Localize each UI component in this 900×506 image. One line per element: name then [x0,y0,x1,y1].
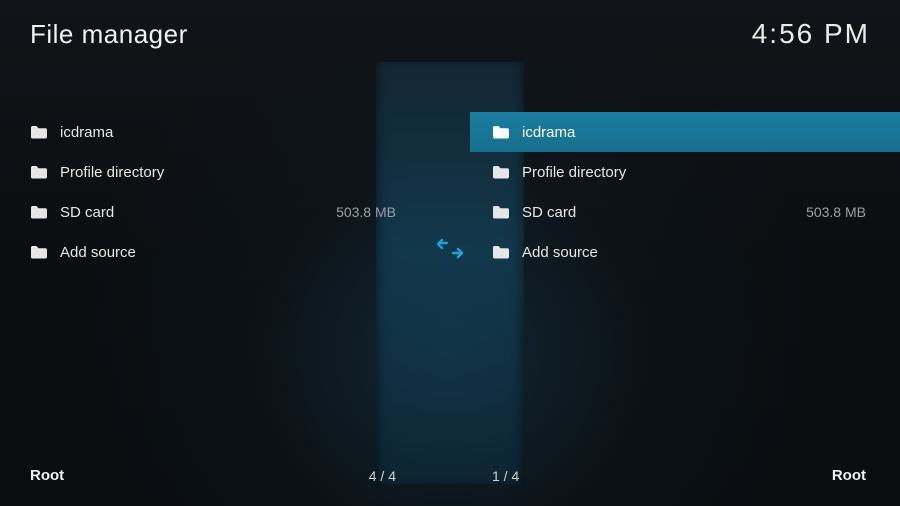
folder-icon [30,125,48,139]
left-item-count: 4 / 4 [369,468,396,484]
list-item[interactable]: icdrama [0,112,430,152]
item-label: Profile directory [522,164,854,181]
page-title: File manager [30,19,188,50]
folder-icon [30,245,48,259]
list-item[interactable]: SD card 503.8 MB [0,192,430,232]
item-label: Add source [60,244,384,261]
list-item[interactable]: SD card 503.8 MB [470,192,900,232]
right-footer: 1 / 4 Root [470,467,900,484]
right-pane: icdrama Profile directory SD card 503.8 … [470,112,900,272]
folder-icon [492,165,510,179]
folder-icon [492,125,510,139]
item-meta: 503.8 MB [336,204,396,220]
folder-icon [30,205,48,219]
folder-icon [492,205,510,219]
folder-icon [30,165,48,179]
list-item[interactable]: icdrama [470,112,900,152]
item-label: SD card [522,204,794,221]
folder-icon [492,245,510,259]
left-footer: Root 4 / 4 [0,467,430,484]
right-file-list: icdrama Profile directory SD card 503.8 … [470,112,900,272]
left-path-label: Root [30,467,64,484]
file-manager-app: File manager 4:56 PM icdrama Profile dir… [0,0,900,506]
left-file-list: icdrama Profile directory SD card 503.8 … [0,112,430,272]
list-item[interactable]: Profile directory [0,152,430,192]
list-item[interactable]: Add source [470,232,900,272]
item-label: icdrama [60,124,384,141]
right-path-label: Root [832,467,866,484]
right-item-count: 1 / 4 [492,468,519,484]
item-label: SD card [60,204,324,221]
item-label: Add source [522,244,854,261]
header: File manager 4:56 PM [30,18,870,50]
swap-arrows-icon[interactable] [433,237,467,259]
item-meta: 503.8 MB [806,204,866,220]
item-label: icdrama [522,124,854,141]
item-label: Profile directory [60,164,384,181]
left-pane: icdrama Profile directory SD card 503.8 … [0,112,430,272]
clock: 4:56 PM [752,18,870,50]
list-item[interactable]: Add source [0,232,430,272]
list-item[interactable]: Profile directory [470,152,900,192]
